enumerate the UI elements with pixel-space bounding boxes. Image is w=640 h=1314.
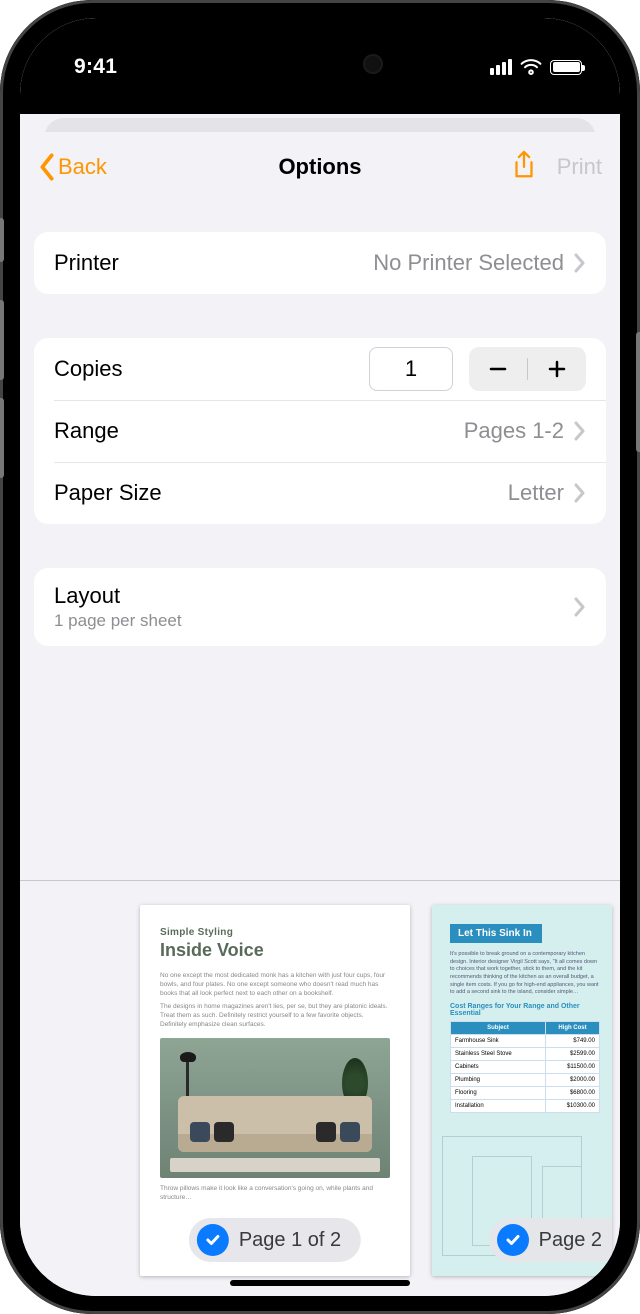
printer-label: Printer bbox=[54, 250, 119, 276]
back-label: Back bbox=[58, 154, 107, 180]
thumbnail-content: Let This Sink In It's possible to break … bbox=[450, 923, 612, 1258]
wifi-icon bbox=[520, 59, 542, 75]
minus-icon bbox=[487, 358, 509, 380]
thumb2-cost-title: Cost Ranges for Your Range and Other Ess… bbox=[450, 1003, 612, 1017]
page-selected-check bbox=[197, 1224, 229, 1256]
page-selection-pill[interactable]: Page 2 bbox=[489, 1218, 612, 1262]
thumb-title: Inside Voice bbox=[160, 940, 390, 961]
thumb2-cost-table: SubjectHigh Cost Farmhouse Sink$749.00 S… bbox=[450, 1021, 600, 1113]
page-pill-label: Page 2 bbox=[539, 1229, 602, 1252]
thumb2-badge: Let This Sink In bbox=[450, 924, 542, 943]
page-selected-check bbox=[497, 1224, 529, 1256]
plus-icon bbox=[546, 358, 568, 380]
printer-row[interactable]: Printer No Printer Selected bbox=[34, 232, 606, 294]
page-thumbnail-1[interactable]: Simple Styling Inside Voice No one excep… bbox=[140, 905, 410, 1276]
battery-icon bbox=[550, 60, 582, 75]
status-time: 9:41 bbox=[74, 55, 117, 79]
nav-bar: Back Options Print bbox=[20, 132, 620, 202]
layout-label: Layout bbox=[54, 583, 182, 609]
home-indicator[interactable] bbox=[230, 1280, 410, 1286]
copies-field[interactable]: 1 bbox=[369, 347, 453, 391]
copies-label: Copies bbox=[54, 356, 122, 382]
chevron-right-icon bbox=[574, 483, 586, 503]
settings-group: Copies 1 bbox=[34, 338, 606, 524]
paper-size-row[interactable]: Paper Size Letter bbox=[34, 462, 606, 524]
check-icon bbox=[505, 1232, 521, 1248]
print-button[interactable]: Print bbox=[557, 154, 602, 180]
volume-up-button bbox=[0, 300, 4, 380]
status-bar: 9:41 bbox=[20, 18, 620, 96]
print-options-sheet: Back Options Print Printer No Printer bbox=[20, 132, 620, 1296]
share-button[interactable] bbox=[511, 150, 537, 185]
page-thumbnail-2[interactable]: Let This Sink In It's possible to break … bbox=[432, 905, 612, 1276]
power-button bbox=[636, 332, 640, 452]
share-icon bbox=[511, 150, 537, 180]
chevron-left-icon bbox=[38, 153, 56, 181]
range-value: Pages 1-2 bbox=[464, 418, 564, 444]
range-row[interactable]: Range Pages 1-2 bbox=[34, 400, 606, 462]
page-title: Options bbox=[278, 154, 361, 180]
page-preview-scroll[interactable]: Simple Styling Inside Voice No one excep… bbox=[20, 905, 620, 1276]
range-label: Range bbox=[54, 418, 119, 444]
thumb-hero-image bbox=[160, 1038, 390, 1178]
layout-group: Layout 1 page per sheet bbox=[34, 568, 606, 646]
check-icon bbox=[205, 1232, 221, 1248]
cellular-icon bbox=[490, 59, 512, 75]
paper-size-label: Paper Size bbox=[54, 480, 162, 506]
volume-down-button bbox=[0, 398, 4, 478]
side-button bbox=[0, 218, 4, 262]
page-pill-label: Page 1 of 2 bbox=[239, 1229, 341, 1252]
printer-group: Printer No Printer Selected bbox=[34, 232, 606, 294]
copies-row: Copies 1 bbox=[34, 338, 606, 400]
copies-increment-button[interactable] bbox=[528, 347, 586, 391]
page-preview-area: Simple Styling Inside Voice No one excep… bbox=[20, 880, 620, 1296]
chevron-right-icon bbox=[574, 597, 586, 617]
printer-value: No Printer Selected bbox=[373, 250, 564, 276]
page-selection-pill[interactable]: Page 1 of 2 bbox=[189, 1218, 361, 1262]
screen: 9:41 Back Options bbox=[20, 18, 620, 1296]
chevron-right-icon bbox=[574, 421, 586, 441]
thumb-eyebrow: Simple Styling bbox=[160, 927, 390, 938]
paper-size-value: Letter bbox=[508, 480, 564, 506]
layout-sub: 1 page per sheet bbox=[54, 611, 182, 631]
back-button[interactable]: Back bbox=[38, 153, 107, 181]
copies-decrement-button[interactable] bbox=[469, 347, 527, 391]
chevron-right-icon bbox=[574, 253, 586, 273]
layout-row[interactable]: Layout 1 page per sheet bbox=[34, 568, 606, 646]
copies-stepper bbox=[469, 347, 586, 391]
thumbnail-content: Simple Styling Inside Voice No one excep… bbox=[160, 927, 390, 1254]
